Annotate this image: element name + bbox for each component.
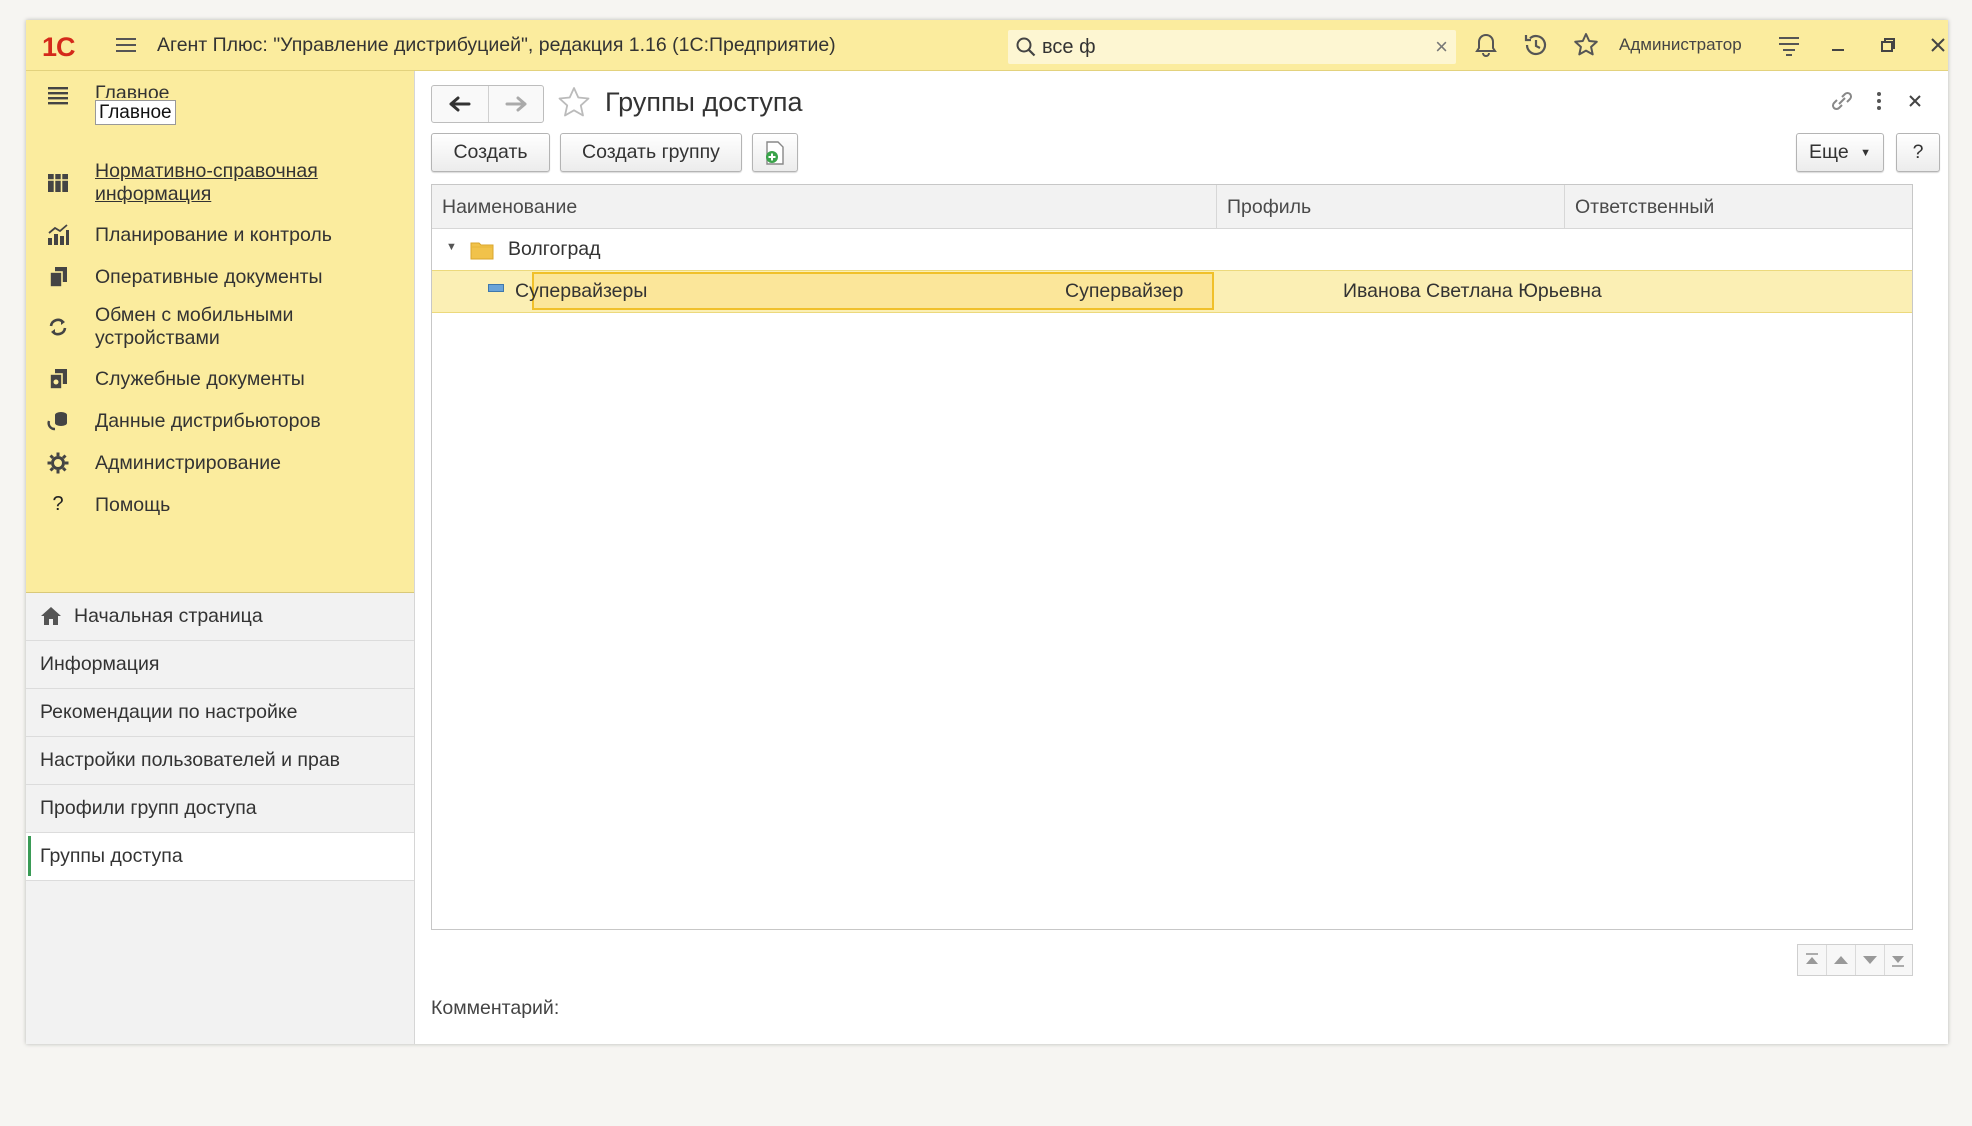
main-menu-button[interactable]: [110, 30, 140, 60]
item-icon: [488, 284, 504, 292]
add-to-favorites-star-icon[interactable]: [556, 85, 592, 121]
title-bar: 1С Агент Плюс: "Управление дистрибуцией"…: [26, 20, 1948, 71]
minimize-icon[interactable]: [1823, 30, 1853, 60]
home-icon: [41, 607, 61, 625]
nav-item-access-group-profiles[interactable]: Профили групп доступа: [26, 785, 414, 833]
search-icon: [1016, 37, 1036, 57]
section-help[interactable]: ? Помощь: [26, 488, 414, 524]
section-label: Администрирование: [95, 452, 281, 474]
bell-icon[interactable]: [1471, 30, 1501, 60]
nav-item-label: Настройки пользователей и прав: [40, 749, 341, 771]
search-input[interactable]: все ф: [1042, 36, 1096, 59]
table-row-group[interactable]: ▼ Волгоград: [432, 229, 1912, 270]
service-docs-icon: [49, 369, 67, 390]
question-icon: ?: [52, 493, 64, 515]
history-icon[interactable]: [1521, 30, 1551, 60]
tooltip: Главное: [95, 100, 176, 125]
section-service-docs[interactable]: Служебные документы: [26, 362, 414, 398]
expand-triangle-icon[interactable]: ▼: [446, 241, 457, 253]
user-name[interactable]: Администратор: [1619, 35, 1742, 55]
documents-icon: [49, 267, 67, 288]
previous-row-icon[interactable]: [1827, 945, 1856, 975]
section-mobile-exchange[interactable]: Обмен с мобильными устройствами: [26, 302, 414, 352]
next-row-icon[interactable]: [1856, 945, 1885, 975]
nav-item-information[interactable]: Информация: [26, 641, 414, 689]
section-planning[interactable]: Планирование и контроль: [26, 218, 414, 254]
nav-item-setup-recommendations[interactable]: Рекомендации по настройке: [26, 689, 414, 737]
more-actions-icon[interactable]: [1863, 85, 1895, 117]
gear-icon: [47, 452, 69, 474]
section-label: Помощь: [95, 494, 171, 516]
distributor-data-icon: [47, 412, 67, 431]
access-groups-table: Наименование Профиль Ответственный ▼ Вол…: [431, 184, 1913, 930]
section-label: Нормативно-справочная информация: [95, 160, 318, 205]
nav-item-user-rights-settings[interactable]: Настройки пользователей и прав: [26, 737, 414, 785]
left-panel: Главное Главное Нормативно-справочная ин…: [26, 71, 415, 1044]
back-arrow-icon[interactable]: [432, 86, 487, 122]
section-main[interactable]: Главное Главное: [26, 83, 414, 125]
nav-item-label: Группы доступа: [40, 845, 183, 867]
app-title: Агент Плюс: "Управление дистрибуцией", р…: [157, 34, 836, 56]
row-navigation: [1797, 944, 1913, 976]
more-button-label: Еще: [1809, 141, 1849, 163]
section-label: Главное: [95, 84, 170, 98]
clear-search-icon[interactable]: ×: [1435, 34, 1448, 60]
link-icon[interactable]: [1826, 85, 1858, 117]
search-box[interactable]: все ф ×: [1008, 30, 1456, 64]
create-button[interactable]: Создать: [431, 133, 550, 172]
create-copy-button[interactable]: [752, 133, 798, 172]
form-title: Группы доступа: [605, 87, 803, 117]
close-window-icon[interactable]: [1923, 30, 1948, 60]
chevron-down-icon: ▼: [1860, 147, 1871, 159]
column-header-profile[interactable]: Профиль: [1217, 185, 1565, 228]
restore-icon[interactable]: [1873, 30, 1903, 60]
first-row-icon[interactable]: [1798, 945, 1827, 975]
section-label: Планирование и контроль: [95, 224, 332, 246]
section-label: Обмен с мобильными устройствами: [95, 304, 294, 349]
last-row-icon[interactable]: [1884, 945, 1912, 975]
add-document-icon: [766, 141, 784, 165]
settings-menu-icon[interactable]: [1774, 30, 1804, 60]
sync-icon: [49, 318, 67, 336]
more-button[interactable]: Еще ▼: [1796, 133, 1884, 172]
nav-item-access-groups[interactable]: Группы доступа: [26, 833, 414, 881]
section-label: Оперативные документы: [95, 266, 323, 288]
nav-item-home[interactable]: Начальная страница: [26, 593, 414, 641]
section-label: Служебные документы: [95, 368, 305, 390]
comment-label: Комментарий:: [431, 997, 560, 1019]
nav-item-label: Информация: [40, 653, 160, 675]
forward-arrow-icon[interactable]: [488, 86, 544, 122]
nav-item-label: Рекомендации по настройке: [40, 701, 298, 723]
column-header-responsible[interactable]: Ответственный: [1565, 185, 1912, 228]
favorites-star-icon[interactable]: [1571, 30, 1601, 60]
section-operational-docs[interactable]: Оперативные документы: [26, 260, 414, 296]
create-group-button[interactable]: Создать группу: [560, 133, 742, 172]
menu-lines-icon: [48, 87, 68, 105]
nav-item-label: Профили групп доступа: [40, 797, 257, 819]
catalog-grid-icon: [48, 174, 68, 192]
table-header: Наименование Профиль Ответственный: [432, 185, 1912, 229]
close-form-icon[interactable]: [1899, 85, 1931, 117]
section-label: Данные дистрибьюторов: [95, 410, 321, 432]
folder-icon: [470, 242, 494, 260]
history-nav: [431, 85, 544, 123]
sections-panel: Главное Главное Нормативно-справочная ин…: [26, 71, 414, 593]
help-button[interactable]: ?: [1896, 133, 1940, 172]
section-distributor-data[interactable]: Данные дистрибьюторов: [26, 404, 414, 440]
column-header-name[interactable]: Наименование: [432, 185, 1217, 228]
section-administration[interactable]: Администрирование: [26, 446, 414, 482]
bar-chart-icon: [48, 224, 69, 245]
form-area: Группы доступа Создать Создать группу Ещ…: [415, 71, 1948, 1044]
app-logo: 1С: [42, 32, 76, 62]
section-reference-info[interactable]: Нормативно-справочная информация: [26, 158, 414, 208]
nav-item-label: Начальная страница: [74, 605, 263, 627]
table-row[interactable]: Супервайзеры Супервайзер Иванова Светлан…: [432, 270, 1912, 313]
app-window: 1С Агент Плюс: "Управление дистрибуцией"…: [26, 20, 1948, 1044]
